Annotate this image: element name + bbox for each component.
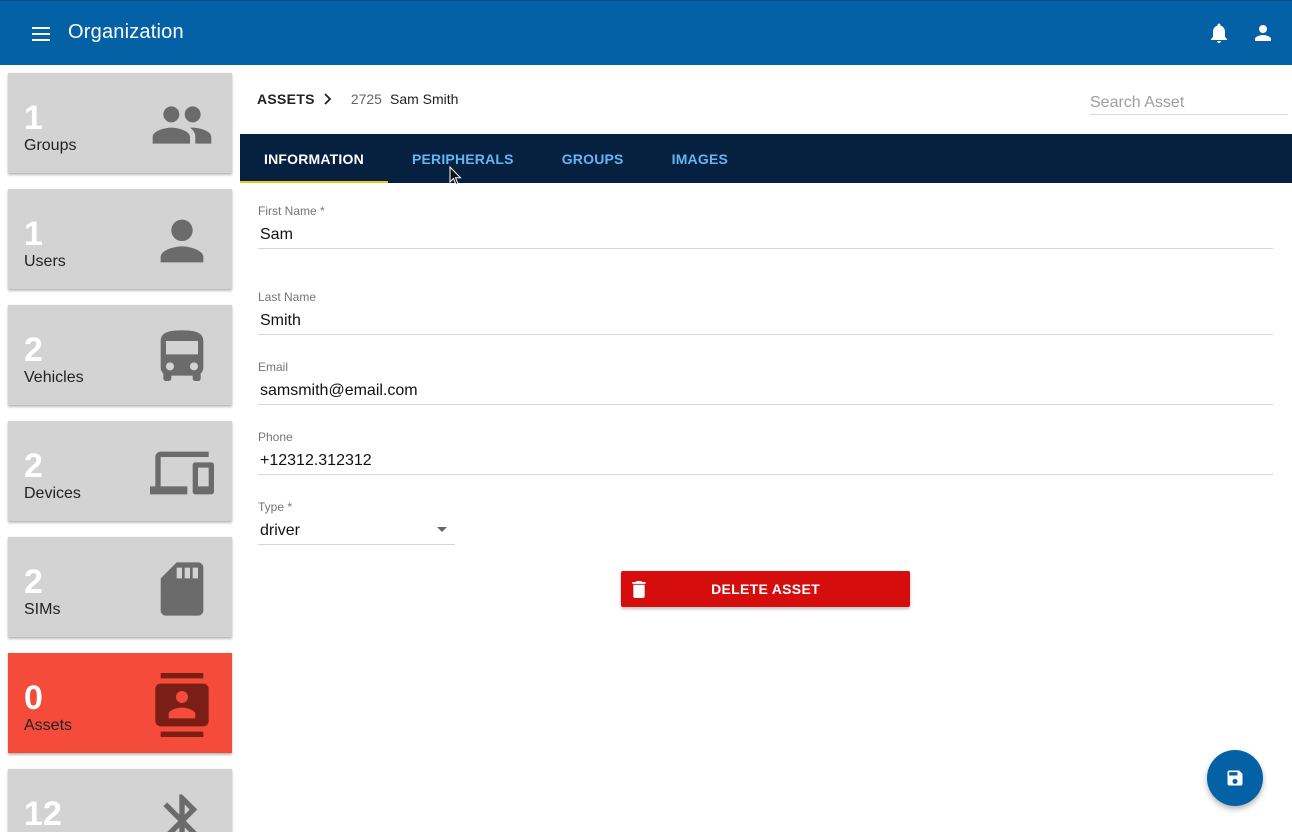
card-count: 1 <box>24 215 43 253</box>
mouse-cursor-icon <box>449 166 462 186</box>
card-label: Devices <box>24 485 81 502</box>
bluetooth-icon <box>163 794 198 832</box>
email-field[interactable]: Email samsmith@email.com <box>258 360 1273 405</box>
breadcrumb-asset-name: Sam Smith <box>389 91 459 107</box>
card-sims[interactable]: 2 SIMs <box>8 537 232 637</box>
delete-asset-label: DELETE ASSET <box>711 581 820 597</box>
type-label: Type * <box>258 500 293 514</box>
tab-information[interactable]: INFORMATION <box>240 134 388 183</box>
card-count: 12 <box>24 795 62 832</box>
type-value[interactable]: driver <box>258 522 455 544</box>
card-count: 2 <box>24 447 43 485</box>
menu-icon[interactable] <box>30 23 52 43</box>
bell-icon[interactable] <box>1207 21 1231 45</box>
type-select[interactable]: Type * driver <box>258 500 455 545</box>
delete-asset-button[interactable]: DELETE ASSET <box>621 571 910 607</box>
breadcrumb: ASSETS 2725 Sam Smith <box>257 91 458 107</box>
card-label: Users <box>24 253 66 270</box>
card-label: Groups <box>24 137 77 154</box>
dropdown-arrow-icon[interactable] <box>437 527 447 532</box>
breadcrumb-assets-link[interactable]: ASSETS <box>257 91 315 107</box>
card-count: 0 <box>24 679 43 717</box>
app-title: Organization <box>68 21 184 43</box>
card-vehicles[interactable]: 2 Vehicles <box>8 305 232 405</box>
save-icon <box>1227 770 1243 786</box>
last-name-value[interactable]: Smith <box>258 312 1273 334</box>
chevron-right-icon <box>324 93 332 105</box>
phone-value[interactable]: +12312.312312 <box>258 452 1273 474</box>
tab-bar: INFORMATION PERIPHERALS GROUPS IMAGES <box>240 134 1292 183</box>
card-count: 2 <box>24 563 43 601</box>
devices-icon <box>150 451 214 495</box>
groups-icon <box>152 106 212 144</box>
last-name-field[interactable]: Last Name Smith <box>258 290 1273 335</box>
person-icon <box>160 219 204 263</box>
first-name-field[interactable]: First Name * Sam <box>258 204 1273 249</box>
card-users[interactable]: 1 Users <box>8 189 232 289</box>
trash-icon <box>632 581 646 598</box>
last-name-label: Last Name <box>258 290 317 304</box>
first-name-value[interactable]: Sam <box>258 226 1273 248</box>
tab-images[interactable]: IMAGES <box>648 134 752 183</box>
card-groups[interactable]: 1 Groups <box>8 73 232 173</box>
first-name-label: First Name * <box>258 204 325 218</box>
bus-icon <box>160 330 204 381</box>
email-label: Email <box>258 360 289 374</box>
card-label: SIMs <box>24 601 61 618</box>
card-devices[interactable]: 2 Devices <box>8 421 232 521</box>
save-fab-button[interactable] <box>1207 750 1263 806</box>
tab-groups[interactable]: GROUPS <box>538 134 648 183</box>
card-count: 1 <box>24 99 43 137</box>
sidebar: 1 Groups 1 Users 2 Vehicles 2 Devices 2 … <box>0 65 240 832</box>
email-value[interactable]: samsmith@email.com <box>258 382 1273 404</box>
phone-field[interactable]: Phone +12312.312312 <box>258 430 1273 475</box>
app-bar: Organization <box>0 0 1292 65</box>
main-content: ASSETS 2725 Sam Smith INFORMATION PERIPH… <box>240 65 1292 832</box>
card-label: Assets <box>24 717 73 734</box>
sim-card-icon <box>160 562 204 616</box>
account-icon[interactable] <box>1251 21 1275 45</box>
breadcrumb-asset-id: 2725 <box>350 91 382 107</box>
card-label: Vehicles <box>24 369 84 386</box>
tab-disabled <box>752 134 800 183</box>
search-input[interactable] <box>1090 91 1288 115</box>
card-count: 2 <box>24 331 43 369</box>
contact-card-icon <box>155 673 209 737</box>
card-assets[interactable]: 0 Assets <box>8 653 232 753</box>
card-peripherals[interactable]: 12 <box>8 769 232 832</box>
phone-label: Phone <box>258 430 293 444</box>
